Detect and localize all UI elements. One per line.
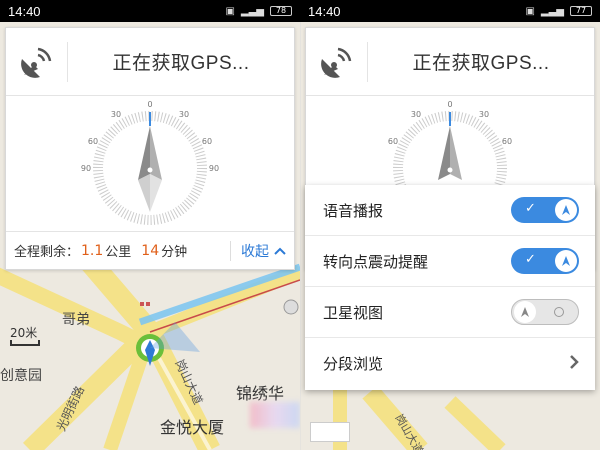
status-icons: ▣ ▂▃▅ 78 <box>225 6 292 17</box>
time-unit: 分钟 <box>161 245 188 260</box>
menu-item-label: 语音播报 <box>323 201 384 220</box>
navigation-arrow-icon <box>514 301 536 323</box>
image-icon: ▣ <box>225 5 235 17</box>
time-value: 14 <box>141 242 160 259</box>
menu-item-satellite[interactable]: 卫星视图 <box>305 287 595 338</box>
satellite-toggle[interactable] <box>511 299 579 325</box>
chevron-right-icon <box>569 351 579 376</box>
panel-title: 正在获取GPS... <box>112 53 250 74</box>
chevron-up-icon <box>274 244 286 258</box>
map-label-jinxiuhua: 锦绣华 <box>236 386 285 403</box>
image-icon: ▣ <box>525 5 535 17</box>
map-label-jinyue: 金悦大厦 <box>160 420 225 437</box>
status-icons: ▣ ▂▃▅ 77 <box>525 6 592 17</box>
status-time: 14:40 <box>308 3 341 19</box>
compass-tick: 60 <box>388 137 398 146</box>
navigation-arrow-icon <box>555 199 577 221</box>
vibrate-toggle[interactable]: ✓ <box>511 248 579 274</box>
compass-tick: 90 <box>209 164 219 173</box>
scale-bar <box>10 340 40 346</box>
check-icon: ✓ <box>525 252 536 267</box>
trip-summary: 全程剩余： 1.1 公里 14 分钟 收起 <box>6 231 294 269</box>
status-time: 14:40 <box>8 3 41 19</box>
compass: 0 30 30 60 60 90 90 <box>6 96 294 233</box>
compass-tick: 0 <box>447 100 452 109</box>
menu-item-vibrate[interactable]: 转向点震动提醒 ✓ <box>305 236 595 287</box>
left-screen: 14:40 ▣ ▂▃▅ 78 光明街路 岗山大道 哥弟 创意园 锦绣华 金悦大厦… <box>0 0 300 450</box>
compass-tick: 60 <box>202 137 212 146</box>
battery-level: 78 <box>275 6 287 15</box>
status-bar: 14:40 ▣ ▂▃▅ 77 <box>300 0 600 22</box>
distance-value: 1.1 <box>81 242 104 259</box>
settings-menu: 语音播报 ✓ 转向点震动提醒 ✓ 卫星视图 分段浏览 <box>305 185 595 390</box>
map-control[interactable] <box>310 422 350 442</box>
panel-title: 正在获取GPS... <box>412 53 550 74</box>
distance-unit: 公里 <box>105 245 132 260</box>
compass-tick: 60 <box>88 137 98 146</box>
compass-tick: 30 <box>411 110 421 119</box>
right-screen: 14:40 ▣ ▂▃▅ 77 岗山大道 正在获取GPS... 0 30 30 6… <box>300 0 600 450</box>
check-icon: ✓ <box>525 201 536 216</box>
battery-icon: 78 <box>270 6 292 16</box>
battery-icon: 77 <box>570 6 592 16</box>
signal-icon: ▂▃▅ <box>540 5 564 17</box>
gps-satellite-icon[interactable] <box>6 41 68 82</box>
menu-item-label: 卫星视图 <box>323 303 384 322</box>
navigation-arrow-icon <box>555 250 577 272</box>
collapse-button[interactable]: 收起 <box>230 240 294 261</box>
compass-tick: 30 <box>479 110 489 119</box>
navigation-panel: 正在获取GPS... 0 30 30 60 60 90 90 全程剩余： 1.1… <box>5 27 295 270</box>
map-label-chuangyiyuan: 创意园 <box>0 367 42 383</box>
signal-icon: ▂▃▅ <box>240 5 264 17</box>
compass-tick: 90 <box>81 164 91 173</box>
voice-toggle[interactable]: ✓ <box>511 197 579 223</box>
remaining-label: 全程剩余： <box>14 245 80 260</box>
status-bar: 14:40 ▣ ▂▃▅ 78 <box>0 0 300 22</box>
compass-tick: 30 <box>111 110 121 119</box>
menu-item-segment[interactable]: 分段浏览 <box>305 338 595 389</box>
compass-tick: 0 <box>147 100 152 109</box>
gps-satellite-icon[interactable] <box>306 41 368 82</box>
scale-label: 20米 <box>10 326 38 340</box>
collapse-label: 收起 <box>241 243 269 260</box>
battery-level: 77 <box>575 6 587 15</box>
blurred-region <box>250 402 300 428</box>
menu-item-label: 转向点震动提醒 <box>323 252 429 271</box>
off-indicator-icon <box>554 307 564 317</box>
menu-item-voice[interactable]: 语音播报 ✓ <box>305 185 595 236</box>
menu-item-label: 分段浏览 <box>323 355 384 373</box>
compass-tick: 30 <box>179 110 189 119</box>
map-label-gedi: 哥弟 <box>62 311 90 327</box>
compass-tick: 60 <box>502 137 512 146</box>
